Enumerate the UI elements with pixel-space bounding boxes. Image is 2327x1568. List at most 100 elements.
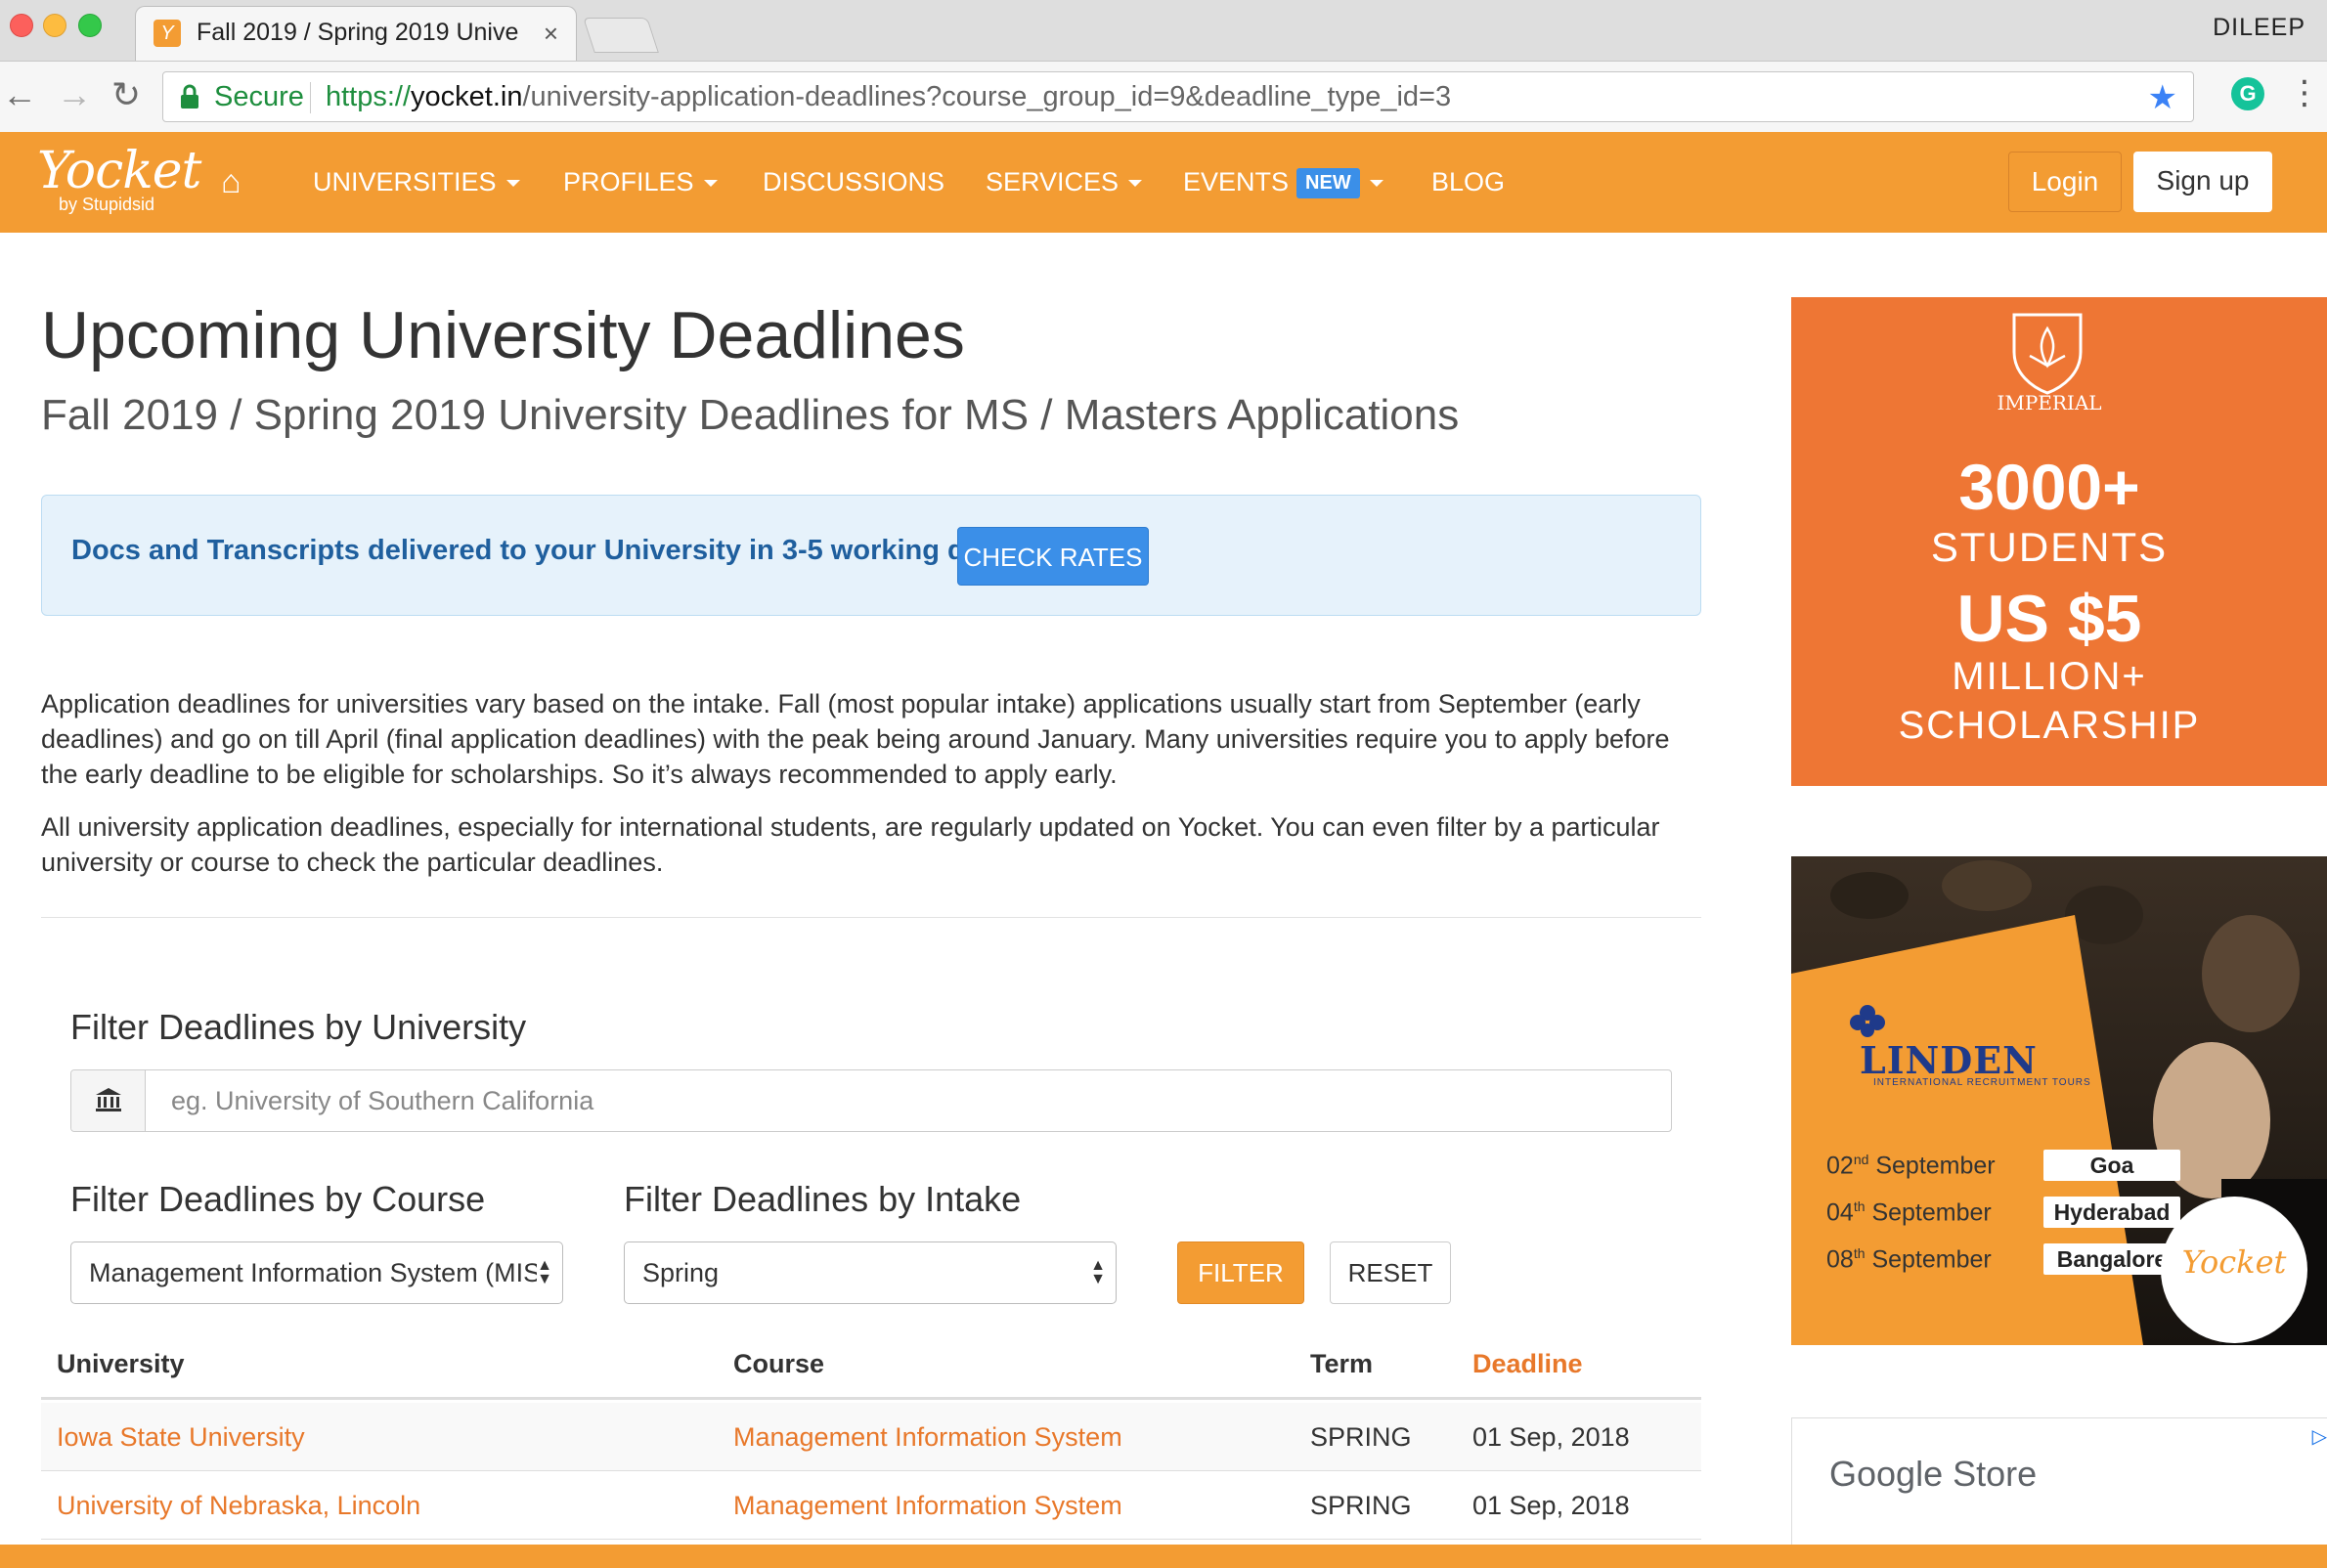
course-select[interactable]: Management Information System (MIS) ▲ ▼ <box>70 1241 563 1304</box>
chevron-down-icon <box>1128 180 1143 188</box>
university-link[interactable]: University of Nebraska, Lincoln <box>57 1491 420 1521</box>
address-bar-divider <box>310 82 311 113</box>
intake-select[interactable]: Spring ▲ ▼ <box>624 1241 1117 1304</box>
minimize-window-button[interactable] <box>43 14 66 37</box>
new-tab-button[interactable] <box>583 18 659 53</box>
term-cell: SPRING <box>1310 1422 1412 1452</box>
url-text[interactable]: https://yocket.in/university-application… <box>326 81 1451 113</box>
imperial-scholarship-amount: US $5 <box>1956 582 2142 656</box>
adchoices-icon[interactable]: ▷ <box>2312 1424 2327 1449</box>
imperial-name: IMPERIAL <box>1997 391 2102 414</box>
signup-button[interactable]: Sign up <box>2133 152 2272 212</box>
table-header: University Course Term Deadline <box>41 1335 1701 1400</box>
chevron-down-icon <box>703 180 718 188</box>
event-day-suffix: th <box>1853 1245 1866 1261</box>
yocket-badge-text: Yocket <box>2181 1243 2287 1281</box>
nav-profiles-label: PROFILES <box>563 167 694 196</box>
section-divider <box>41 917 1701 918</box>
table-row: Iowa State University Management Informa… <box>41 1403 1701 1471</box>
intake-filter-label: Filter Deadlines by Intake <box>624 1179 1022 1219</box>
check-rates-button[interactable]: CHECK RATES <box>957 527 1149 586</box>
university-link[interactable]: Iowa State University <box>57 1422 305 1453</box>
imperial-scholarship-ad[interactable]: IMPERIAL 3000+ STUDENTS US $5 MILLION+ S… <box>1791 297 2327 786</box>
browser-tab[interactable]: Y Fall 2019 / Spring 2019 University Dea… <box>135 6 577 61</box>
linden-name: LINDEN <box>1860 1038 2038 1082</box>
nav-discussions[interactable]: DISCUSSIONS <box>763 167 944 197</box>
linden-event-row: 08th September Bangalore <box>1826 1243 2180 1275</box>
column-header-term[interactable]: Term <box>1310 1349 1373 1379</box>
nav-events[interactable]: EVENTS NEW <box>1183 167 1383 199</box>
reload-icon[interactable]: ↻ <box>111 77 141 112</box>
browser-profile-name[interactable]: DILEEP <box>2213 14 2305 42</box>
tab-title: Fall 2019 / Spring 2019 University Deadl… <box>197 19 519 46</box>
logo-subtext: by Stupidsid <box>59 195 155 214</box>
forward-arrow-icon[interactable]: → <box>57 77 92 112</box>
new-badge: NEW <box>1296 168 1360 199</box>
reset-button[interactable]: RESET <box>1330 1241 1451 1304</box>
imperial-students-label: STUDENTS <box>1930 524 2169 570</box>
nav-profiles[interactable]: PROFILES <box>563 167 718 197</box>
bookmark-star-icon[interactable]: ★ <box>2148 78 2177 117</box>
browser-chrome: Y Fall 2019 / Spring 2019 University Dea… <box>0 0 2327 132</box>
nav-services[interactable]: SERVICES <box>986 167 1143 197</box>
event-day: 08 <box>1826 1245 1854 1274</box>
back-arrow-icon[interactable]: ← <box>2 77 37 112</box>
transcripts-promo-banner: Docs and Transcripts delivered to your U… <box>41 495 1701 616</box>
nav-blog-label: BLOG <box>1431 167 1506 196</box>
table-row: University of Nebraska, Lincoln Manageme… <box>41 1471 1701 1540</box>
filter-button[interactable]: FILTER <box>1177 1241 1304 1304</box>
url-path: /university-application-deadlines?course… <box>522 81 1452 112</box>
promo-text: Docs and Transcripts delivered to your U… <box>71 535 1013 566</box>
home-icon[interactable]: ⌂ <box>221 163 241 201</box>
url-protocol: https:// <box>326 81 412 112</box>
grammarly-extension-icon[interactable]: G <box>2231 77 2264 110</box>
nav-blog[interactable]: BLOG <box>1431 167 1505 197</box>
university-search-input[interactable] <box>148 1070 1669 1131</box>
term-cell: SPRING <box>1310 1491 1412 1520</box>
event-month: September <box>1871 1198 1992 1227</box>
tab-close-icon[interactable]: × <box>544 19 558 49</box>
column-header-university[interactable]: University <box>57 1349 185 1379</box>
nav-services-label: SERVICES <box>986 167 1120 196</box>
university-input-addon <box>71 1070 146 1131</box>
university-search-group <box>70 1069 1672 1132</box>
maximize-window-button[interactable] <box>78 14 102 37</box>
imperial-crest-icon <box>2012 313 2083 395</box>
institution-icon <box>96 1088 121 1111</box>
university-filter-label: Filter Deadlines by University <box>70 1007 527 1047</box>
event-month: September <box>1871 1245 1992 1274</box>
page-title: Upcoming University Deadlines <box>41 298 965 372</box>
google-store-text: Google Store <box>1829 1454 2038 1494</box>
yocket-logo[interactable]: Yocket by Stupidsid <box>37 146 201 214</box>
login-button[interactable]: Login <box>2008 152 2122 212</box>
linden-tour-ad[interactable]: LINDEN INTERNATIONAL RECRUITMENT TOURS 0… <box>1791 856 2327 1345</box>
event-city: Bangalore <box>2043 1243 2180 1275</box>
imperial-scholarship-label-2: SCHOLARSHIP <box>1898 704 2201 747</box>
event-day-suffix: nd <box>1853 1152 1869 1167</box>
course-link[interactable]: Management Information System <box>733 1491 1122 1521</box>
browser-toolbar: ← → ↻ Secure https://yocket.in/universit… <box>0 61 2327 132</box>
imperial-scholarship-label-1: MILLION+ <box>1952 655 2147 698</box>
address-bar[interactable]: Secure https://yocket.in/university-appl… <box>162 71 2194 122</box>
chevron-down-icon <box>1369 180 1383 188</box>
imperial-students-count: 3000+ <box>1958 451 2140 523</box>
nav-universities[interactable]: UNIVERSITIES <box>313 167 520 197</box>
browser-menu-icon[interactable]: ⋮ <box>2288 73 2321 112</box>
close-window-button[interactable] <box>10 14 33 37</box>
event-city: Goa <box>2043 1150 2180 1181</box>
linden-subtitle: INTERNATIONAL RECRUITMENT TOURS <box>1873 1077 2091 1088</box>
nav-universities-label: UNIVERSITIES <box>313 167 497 196</box>
nav-discussions-label: DISCUSSIONS <box>763 167 945 196</box>
column-header-deadline[interactable]: Deadline <box>1472 1349 1583 1379</box>
deadline-cell: 01 Sep, 2018 <box>1472 1422 1630 1452</box>
column-header-course[interactable]: Course <box>733 1349 824 1379</box>
course-link[interactable]: Management Information System <box>733 1422 1122 1453</box>
site-navbar: Yocket by Stupidsid ⌂ UNIVERSITIES PROFI… <box>0 132 2327 233</box>
course-filter-label: Filter Deadlines by Course <box>70 1179 486 1219</box>
page-subtitle: Fall 2019 / Spring 2019 University Deadl… <box>41 391 1460 439</box>
yocket-favicon-icon: Y <box>154 20 181 47</box>
intro-paragraph: Application deadlines for universities v… <box>41 689 1670 789</box>
course-select-value: Management Information System (MIS) <box>89 1258 537 1287</box>
linden-event-row: 02nd September Goa <box>1826 1150 2180 1181</box>
linden-logo-icon <box>1850 1005 1885 1037</box>
